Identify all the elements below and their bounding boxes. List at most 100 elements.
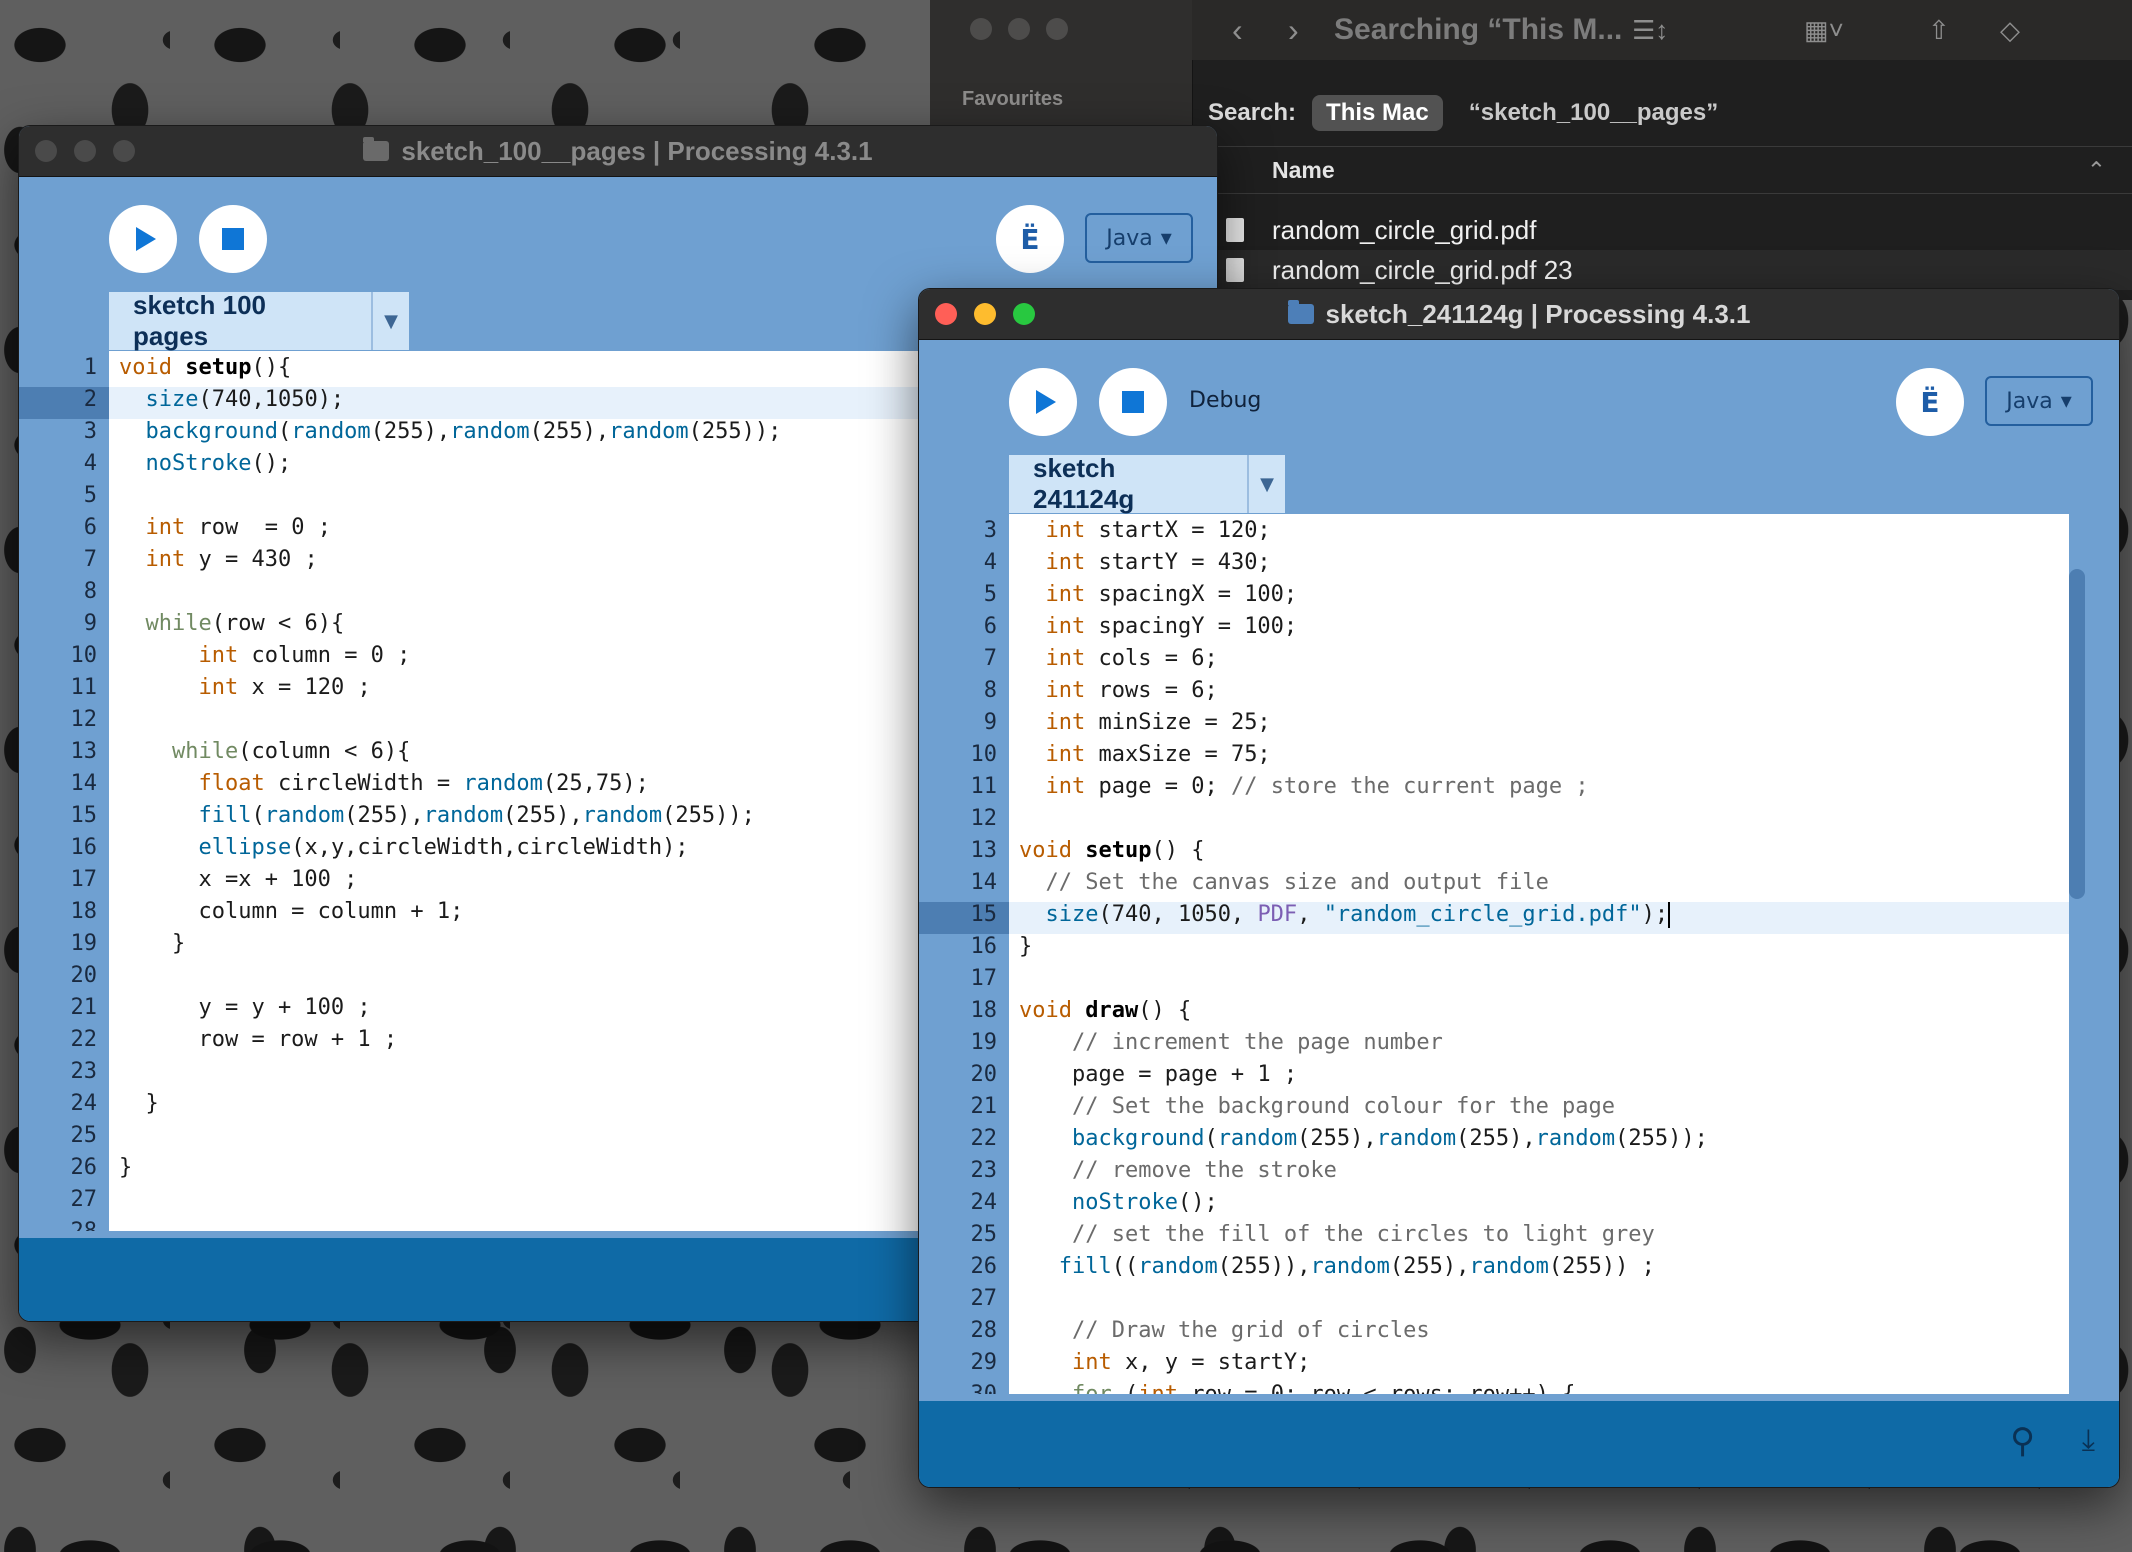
line-number: 13	[70, 739, 98, 764]
close-button[interactable]	[970, 18, 992, 40]
line-number: 22	[970, 1126, 998, 1151]
tag-icon[interactable]: ◇	[2000, 15, 2020, 46]
line-number: 27	[70, 1187, 98, 1212]
zoom-button[interactable]	[113, 140, 135, 162]
code-lines: int startX = 120; int startY = 430; int …	[1009, 518, 2069, 1394]
line-number-gutter: 3 4 5 6 7 8 9 10 11 12 13 14 15 16 17 18 19 20 21 22 23 24 25 2…	[919, 514, 1009, 1394]
line-number: 13	[970, 838, 998, 863]
line-number: 27	[970, 1286, 998, 1311]
code-editor[interactable]: int startX = 120; int startY = 430; int …	[1009, 514, 2069, 1394]
file-row[interactable]: random_circle_grid.pdf	[1192, 210, 2132, 250]
line-number: 28	[19, 1219, 109, 1231]
zoom-button[interactable]	[1013, 303, 1035, 325]
search-query-scope[interactable]: “sketch_100__pages”	[1469, 99, 1719, 127]
line-number: 25	[970, 1222, 998, 1247]
line-number: 2	[19, 387, 109, 419]
line-number: 30	[919, 1382, 1009, 1394]
line-number: 14	[70, 771, 98, 796]
stop-button[interactable]	[1099, 368, 1167, 436]
line-number: 5	[83, 483, 97, 508]
code-line: int startY = 430;	[1045, 550, 1271, 575]
line-number: 10	[70, 643, 98, 668]
line-number: 3	[83, 419, 97, 444]
toolbar: Ё Java ▾	[19, 177, 1217, 292]
finder-window-title: Searching “This M...	[1334, 13, 1623, 46]
line-number: 7	[83, 547, 97, 572]
line-number: 21	[70, 995, 98, 1020]
line-number: 6	[83, 515, 97, 540]
line-number: 15	[919, 902, 1009, 934]
line-number: 18	[70, 899, 98, 924]
debugger-button[interactable]: Ё	[996, 205, 1064, 273]
scope-this-mac-button[interactable]: This Mac	[1312, 95, 1443, 131]
toolbar: Debug Ё Java ▾	[919, 340, 2119, 455]
tab-sketch-241124g[interactable]: sketch 241124g	[1009, 453, 1247, 514]
forward-arrow-icon[interactable]: ›	[1288, 12, 1299, 49]
mode-label: Java	[1106, 225, 1153, 251]
line-number: 24	[70, 1091, 98, 1116]
line-number: 16	[970, 934, 998, 959]
line-number: 29	[970, 1350, 998, 1375]
mode-selector[interactable]: Java ▾	[1985, 376, 2093, 426]
line-number: 17	[970, 966, 998, 991]
code-line: int spacingX = 100;	[1045, 582, 1298, 607]
line-number: 20	[70, 963, 98, 988]
line-number: 10	[970, 742, 998, 767]
code-line: void setup() {	[1019, 838, 1205, 863]
column-header-label: Name	[1272, 156, 1335, 183]
grid-view-icon[interactable]: ▦˅	[1804, 15, 1844, 46]
line-number: 22	[70, 1027, 98, 1052]
pdf-file-icon	[1226, 218, 1244, 242]
debugger-button[interactable]: Ё	[1896, 368, 1964, 436]
vertical-scrollbar[interactable]	[2069, 569, 2085, 899]
line-number: 6	[983, 614, 997, 639]
stop-button[interactable]	[199, 205, 267, 273]
code-line: void draw() {	[1019, 998, 1192, 1023]
code-line: // Set the canvas size and output file	[1045, 870, 1549, 895]
status-bar: ⚲ ⤓	[919, 1401, 2119, 1487]
close-button[interactable]	[935, 303, 957, 325]
code-line: noStroke();	[1071, 1190, 1218, 1215]
stop-icon	[1122, 391, 1144, 413]
mode-label: Java	[2006, 388, 2053, 414]
play-button[interactable]	[109, 205, 177, 273]
debug-label: Debug	[1189, 388, 1262, 413]
line-number: 21	[970, 1094, 998, 1119]
code-line: // Draw the grid of circles	[1071, 1318, 1430, 1343]
close-button[interactable]	[35, 140, 57, 162]
line-number: 7	[983, 646, 997, 671]
code-line: int minSize = 25;	[1045, 710, 1271, 735]
column-header-name[interactable]: Name ⌃	[1192, 146, 2132, 194]
play-icon	[1035, 390, 1056, 414]
tab-sketch-100-pages[interactable]: sketch 100 pages	[109, 290, 371, 351]
debugger-icon: Ё	[1020, 222, 1040, 256]
share-icon[interactable]: ⇧	[1928, 15, 1950, 46]
window-title: sketch_241124g | Processing 4.3.1	[1325, 298, 1751, 329]
find-icon[interactable]: ⚲	[2010, 1421, 2035, 1461]
finder-toolbar: ‹ › Searching “This M... ☰↕ ▦˅ ⇧ ◇	[1192, 0, 2132, 60]
minimize-button[interactable]	[974, 303, 996, 325]
folder-icon	[363, 137, 390, 161]
line-number: 12	[970, 806, 998, 831]
file-row[interactable]: random_circle_grid.pdf 23	[1192, 250, 2132, 290]
line-number: 19	[970, 1030, 998, 1055]
line-number: 18	[970, 998, 998, 1023]
list-view-icon[interactable]: ☰↕	[1632, 15, 1668, 46]
line-number: 5	[983, 582, 997, 607]
mode-selector[interactable]: Java ▾	[1085, 213, 1193, 263]
minimize-button[interactable]	[74, 140, 96, 162]
line-number: 11	[70, 675, 98, 700]
console-toggle-icon[interactable]: ⤓	[2082, 1423, 2095, 1458]
code-line: int rows = 6;	[1045, 678, 1218, 703]
tab-menu-chevron-down-icon[interactable]: ▼	[371, 292, 409, 350]
code-line: int startX = 120;	[1045, 518, 1271, 543]
finder-window-controls	[970, 18, 1068, 40]
minimize-button[interactable]	[1008, 18, 1030, 40]
play-button[interactable]	[1009, 368, 1077, 436]
zoom-button[interactable]	[1046, 18, 1068, 40]
tab-menu-chevron-down-icon[interactable]: ▼	[1247, 455, 1285, 513]
back-arrow-icon[interactable]: ‹	[1232, 12, 1243, 49]
code-line: }	[1019, 934, 1033, 959]
